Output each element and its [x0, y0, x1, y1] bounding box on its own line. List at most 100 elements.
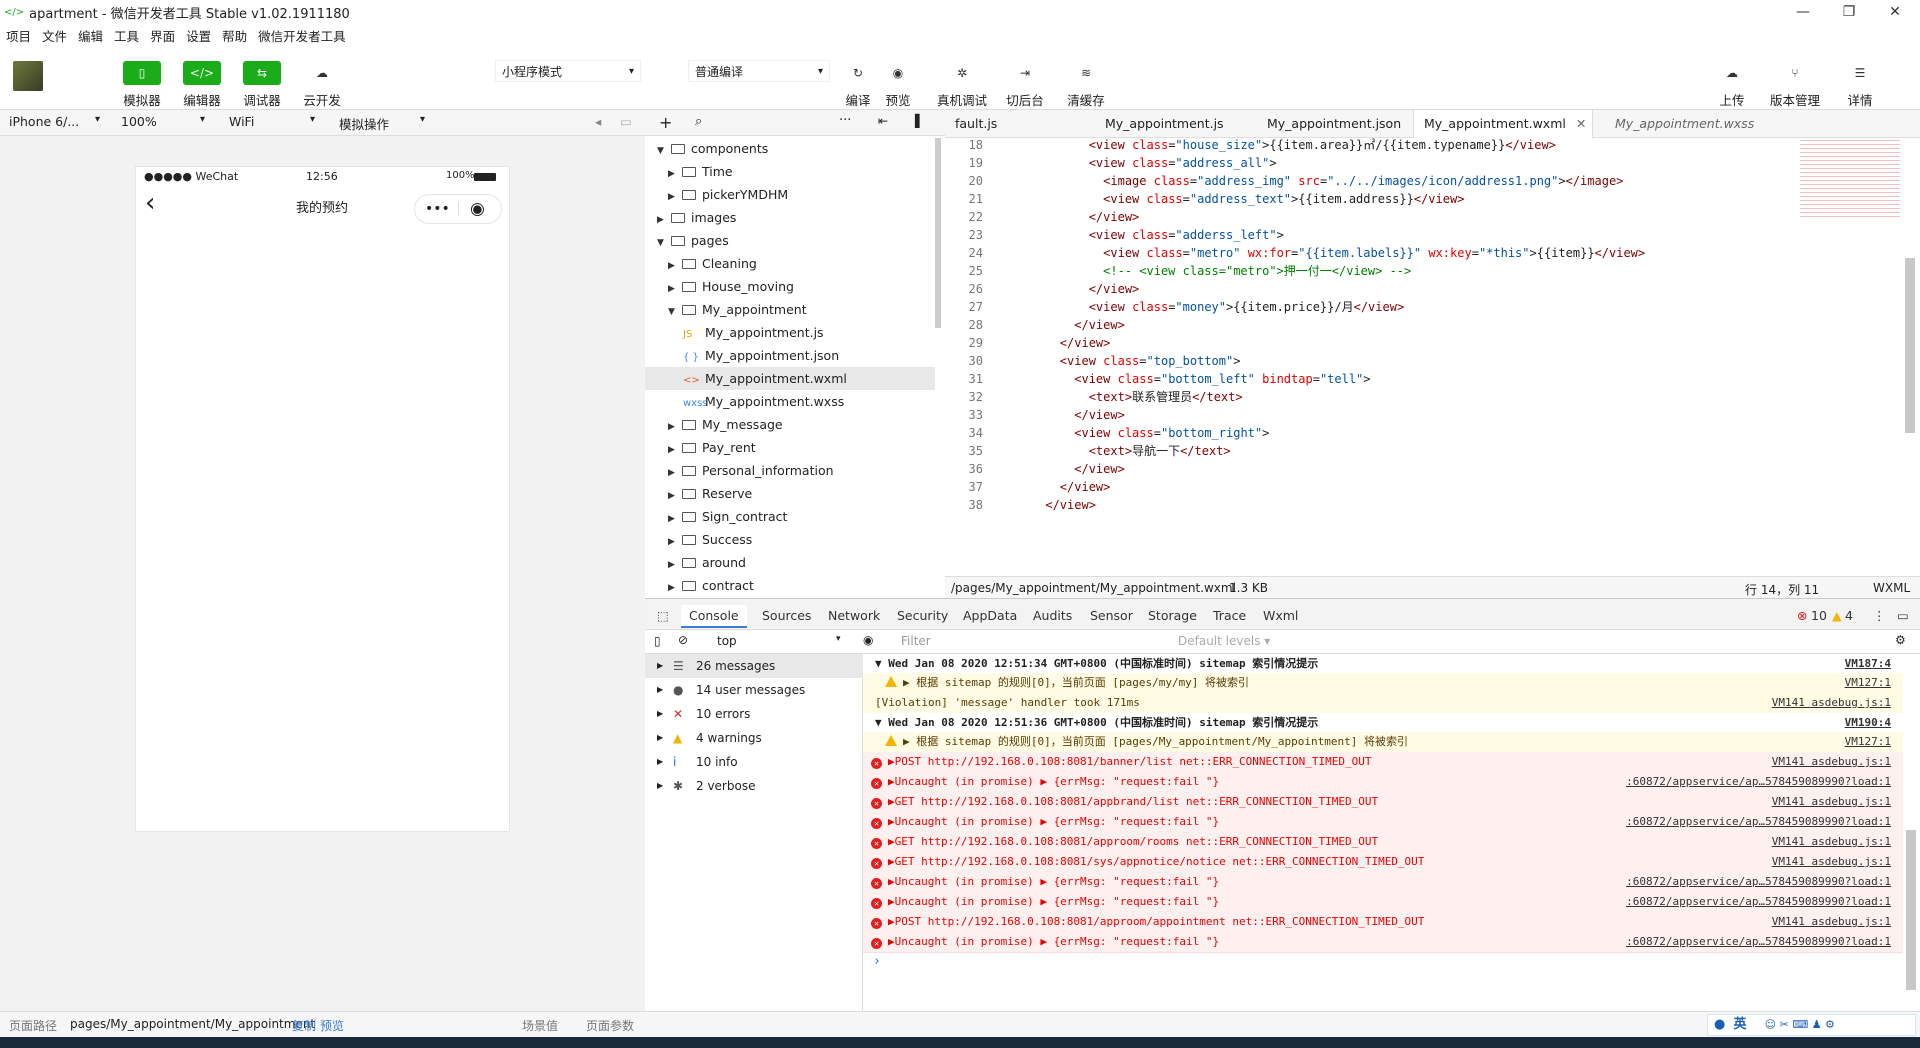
tab-sources[interactable]: Sources: [762, 608, 811, 623]
tree-file[interactable]: JS My_appointment.js: [645, 321, 935, 344]
mode-select[interactable]: 小程序模式: [495, 60, 641, 83]
tab-security[interactable]: Security: [897, 608, 948, 623]
dock-icon[interactable]: ▭: [1897, 608, 1909, 623]
console-filter-item[interactable]: ▶ ☰ 26 messages: [645, 654, 863, 678]
ime-lang[interactable]: 英: [1733, 1017, 1746, 1032]
tab-fault-js[interactable]: fault.js: [945, 110, 1007, 138]
console-message[interactable]: ▶ 根据 sitemap 的规则[0]，当前页面 [pages/my/my] 将…: [863, 673, 1903, 694]
message-source-link[interactable]: VM141 asdebug.js:1: [1772, 832, 1891, 852]
tab-console[interactable]: Console: [681, 605, 747, 628]
tree-scrollbar[interactable]: [935, 138, 941, 328]
tab-wxml[interactable]: Wxml: [1263, 608, 1298, 623]
tree-folder[interactable]: ▶ contract: [645, 574, 935, 597]
more-icon[interactable]: •••: [425, 201, 450, 217]
code-line[interactable]: 36 </view>: [945, 460, 1125, 478]
preview-link[interactable]: 预览: [320, 1017, 344, 1034]
code-line[interactable]: 19 <view class="address_all">: [945, 154, 1277, 172]
code-line[interactable]: 37 </view>: [945, 478, 1111, 496]
console-output[interactable]: ▼ Wed Jan 08 2020 12:51:34 GMT+0800 (中国标…: [863, 654, 1903, 1011]
cursor-position[interactable]: 行 14，列 11: [1745, 581, 1819, 598]
tab-appointment-wxss[interactable]: My_appointment.wxss: [1605, 110, 1764, 138]
menu-help[interactable]: 帮助: [222, 26, 247, 45]
message-source-link[interactable]: VM190:4: [1845, 713, 1891, 733]
console-message[interactable]: ✕ ▶Uncaught (in promise) ▶ {errMsg: "requ…: [863, 772, 1903, 793]
message-source-link[interactable]: :60872/appservice/ap…578459089990?load:1: [1626, 932, 1891, 952]
tree-folder[interactable]: ▶ My_message: [645, 413, 935, 436]
console-message[interactable]: ✕ ▶POST http://192.168.0.108:8081/banner/…: [863, 752, 1903, 773]
details-button[interactable]: ☰ 详情: [1830, 61, 1890, 109]
tab-audits[interactable]: Audits: [1033, 608, 1072, 623]
console-message[interactable]: ▼ Wed Jan 08 2020 12:51:36 GMT+0800 (中国标…: [863, 713, 1903, 734]
tab-appointment-js[interactable]: My_appointment.js: [1095, 110, 1234, 138]
network-select[interactable]: WiFi: [229, 114, 254, 129]
console-filter-item[interactable]: ▶ ✕ 10 errors: [645, 702, 863, 726]
message-source-link[interactable]: :60872/appservice/ap…578459089990?load:1: [1626, 772, 1891, 792]
expand-icon[interactable]: ▶: [657, 678, 663, 702]
message-source-link[interactable]: VM141 asdebug.js:1: [1772, 792, 1891, 812]
message-source-link[interactable]: VM141 asdebug.js:1: [1772, 752, 1891, 772]
scene-value[interactable]: 场景值: [522, 1017, 558, 1034]
debugger-button[interactable]: ⇆ 调试器: [232, 61, 292, 109]
tab-appointment-wxml[interactable]: My_appointment.wxml ✕: [1413, 110, 1593, 138]
error-count[interactable]: 10: [1811, 608, 1827, 623]
devtools-menu-icon[interactable]: ⋮: [1873, 608, 1886, 623]
code-line[interactable]: 20 <image class="address_img" src="../..…: [945, 172, 1624, 190]
compile-select[interactable]: 普通编译: [688, 60, 830, 83]
console-scrollbar[interactable]: [1906, 830, 1916, 990]
close-button[interactable]: ✕: [1872, 0, 1918, 24]
code-line[interactable]: 22 </view>: [945, 208, 1140, 226]
remote-debug-button[interactable]: ✲ 真机调试: [932, 61, 992, 109]
code-line[interactable]: 35 <text>导航一下</text>: [945, 442, 1231, 460]
mute-icon[interactable]: ◂: [595, 114, 601, 129]
tree-folder[interactable]: ▶ House_moving: [645, 275, 935, 298]
code-line[interactable]: 34 <view class="bottom_right">: [945, 424, 1270, 442]
console-message[interactable]: ✕ ▶Uncaught (in promise) ▶ {errMsg: "requ…: [863, 892, 1903, 913]
simulator-button[interactable]: ▯ 模拟器: [112, 61, 172, 109]
code-line[interactable]: 32 <text>联系管理员</text>: [945, 388, 1243, 406]
filter-input[interactable]: Filter: [901, 634, 1101, 648]
clear-cache-button[interactable]: ≋ 清缓存: [1056, 61, 1116, 109]
tab-trace[interactable]: Trace: [1213, 608, 1246, 623]
code-line[interactable]: 28 </view>: [945, 316, 1125, 334]
avatar[interactable]: [13, 61, 43, 91]
clear-console-icon[interactable]: ⊘: [678, 633, 688, 647]
tree-folder[interactable]: ▶ Cleaning: [645, 252, 935, 275]
console-filter-item[interactable]: ▶ ● 14 user messages: [645, 678, 863, 702]
tree-folder[interactable]: ▶ images: [645, 206, 935, 229]
search-icon[interactable]: ⌕: [695, 114, 702, 129]
code-line[interactable]: 18 <view class="house_size">{{item.area}…: [945, 138, 1556, 154]
preview-button[interactable]: ◉ 预览: [868, 61, 928, 109]
popout-icon[interactable]: ▭: [620, 114, 632, 129]
tab-storage[interactable]: Storage: [1148, 608, 1197, 623]
tab-network[interactable]: Network: [828, 608, 880, 623]
tree-folder[interactable]: ▼ My_appointment: [645, 298, 935, 321]
code-line[interactable]: 25 <!-- <view class="metro">押一付一</view> …: [945, 262, 1412, 280]
menu-tools[interactable]: 工具: [114, 26, 139, 45]
ime-tools-icon[interactable]: ☺ ✂ ⌨ ♟ ⚙: [1765, 1018, 1835, 1031]
tree-folder[interactable]: ▼ components: [645, 137, 935, 160]
minimap[interactable]: [1800, 138, 1900, 218]
back-icon[interactable]: ‹: [145, 190, 155, 216]
tree-folder[interactable]: ▶ Pay_rent: [645, 436, 935, 459]
menu-devtools[interactable]: 微信开发者工具: [258, 26, 346, 45]
console-message[interactable]: ✕ ▶Uncaught (in promise) ▶ {errMsg: "requ…: [863, 872, 1903, 893]
tab-appdata[interactable]: AppData: [963, 608, 1017, 623]
console-filter-item[interactable]: ▶ ✱ 2 verbose: [645, 774, 863, 798]
tree-folder[interactable]: ▶ Time: [645, 160, 935, 183]
cloud-dev-button[interactable]: ☁ 云开发: [292, 61, 352, 109]
maximize-button[interactable]: ❐: [1826, 0, 1872, 24]
context-select[interactable]: top: [717, 634, 737, 648]
ime-toolbar[interactable]: ● 英 ☺ ✂ ⌨ ♟ ⚙: [1707, 1014, 1916, 1036]
menu-file[interactable]: 文件: [42, 26, 67, 45]
console-filter-item[interactable]: ▶ i 10 info: [645, 750, 863, 774]
tab-sensor[interactable]: Sensor: [1090, 608, 1133, 623]
expand-icon[interactable]: ▶: [657, 702, 663, 726]
tree-folder[interactable]: ▶ Reserve: [645, 482, 935, 505]
upload-button[interactable]: ☁ 上传: [1702, 61, 1762, 109]
message-source-link[interactable]: VM141 asdebug.js:1: [1772, 912, 1891, 932]
editor-scrollbar[interactable]: [1905, 258, 1915, 433]
copy-link[interactable]: 复制: [292, 1017, 316, 1034]
tree-folder[interactable]: ▶ around: [645, 551, 935, 574]
expand-icon[interactable]: ▶: [657, 774, 663, 798]
code-line[interactable]: 29 </view>: [945, 334, 1111, 352]
